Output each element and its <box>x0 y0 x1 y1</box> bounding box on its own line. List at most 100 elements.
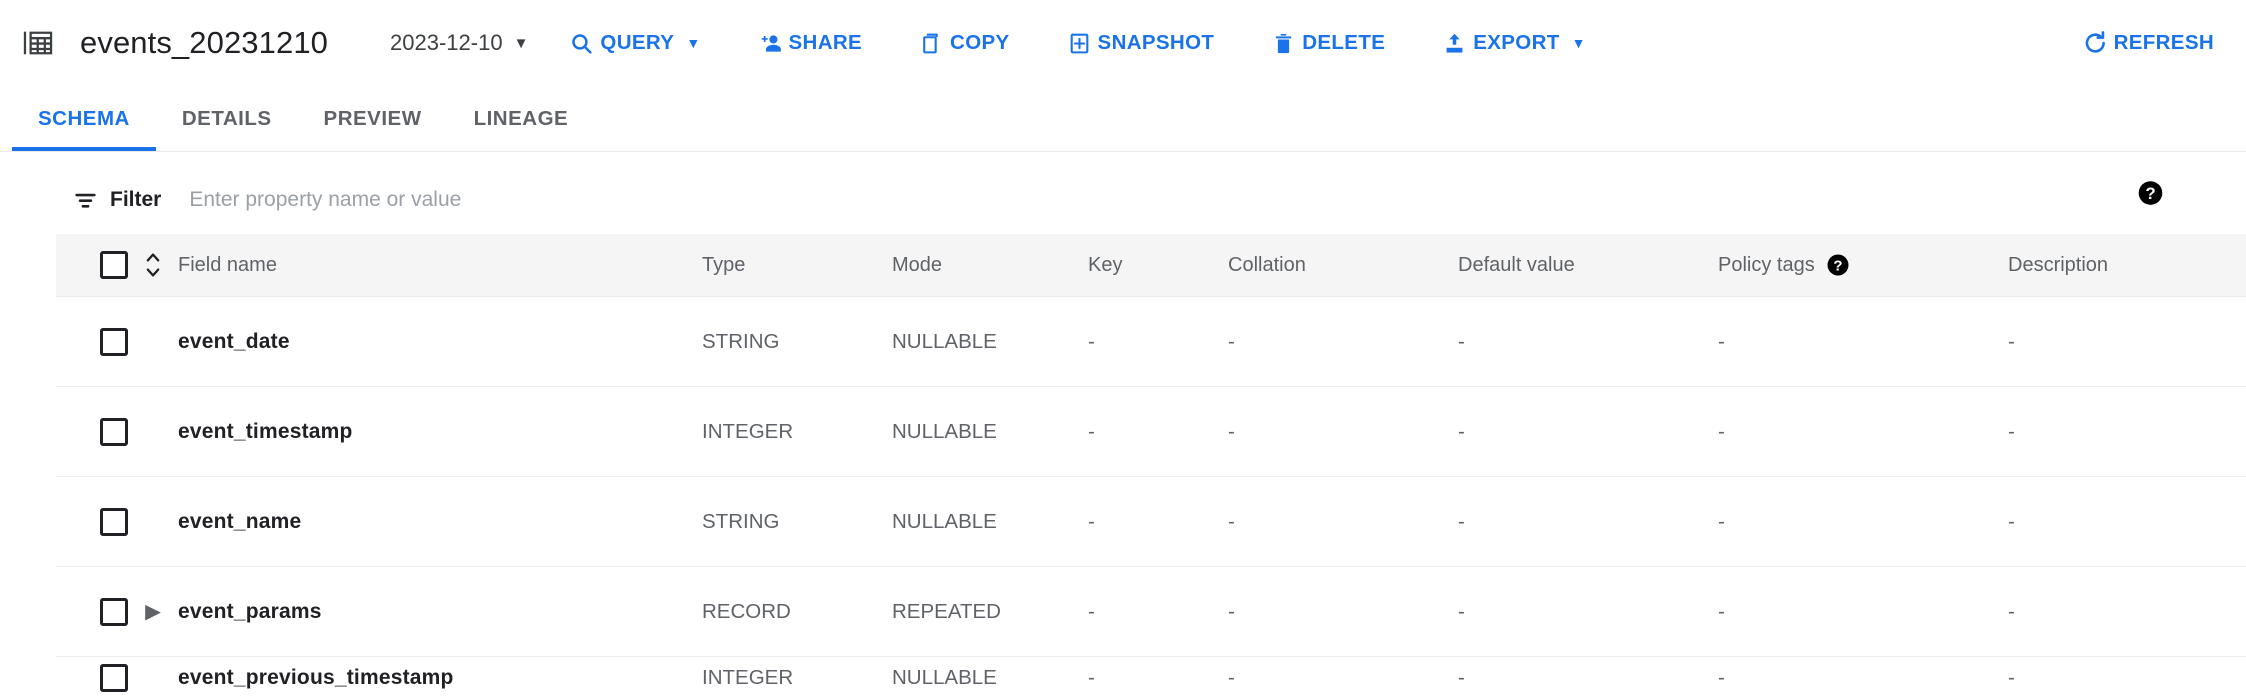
field-name-label: event_params <box>178 600 322 624</box>
row-select-cell <box>56 477 142 567</box>
cell-policy-tags: - <box>1718 477 2008 567</box>
expand-row-icon[interactable]: ▶ <box>142 601 164 623</box>
cell-description: - <box>2008 657 2246 699</box>
top-toolbar: events_20231210 2023-12-10 ▼ QUERY ▼ S <box>0 0 2246 86</box>
copy-button[interactable]: COPY <box>912 22 1016 65</box>
cell-field-name: event_date <box>142 297 702 387</box>
table-row[interactable]: ▶ event_params RECORD REPEATED - - - - - <box>56 567 2246 657</box>
cell-type: STRING <box>702 297 892 387</box>
cell-default-value: - <box>1458 657 1718 699</box>
chevron-down-icon: ▼ <box>686 36 700 50</box>
column-header-mode[interactable]: Mode <box>892 234 1088 297</box>
cell-description: - <box>2008 477 2246 567</box>
refresh-button[interactable]: REFRESH <box>2076 22 2220 65</box>
row-checkbox[interactable] <box>100 418 128 446</box>
column-header-type[interactable]: Type <box>702 234 892 297</box>
row-select-cell <box>56 657 142 699</box>
export-button[interactable]: EXPORT ▼ <box>1435 22 1592 65</box>
tab-details[interactable]: DETAILS <box>156 86 298 151</box>
select-all-checkbox[interactable] <box>100 251 128 279</box>
delete-button-label: DELETE <box>1302 31 1385 55</box>
sort-updown-icon[interactable] <box>142 248 164 282</box>
column-header-field-name-label: Field name <box>178 254 277 277</box>
share-button-label: SHARE <box>789 31 863 55</box>
row-select-cell <box>56 567 142 657</box>
column-header-default-value[interactable]: Default value <box>1458 234 1718 297</box>
snapshot-icon <box>1066 30 1093 57</box>
filter-list-icon[interactable] <box>70 185 100 215</box>
search-icon <box>568 30 595 57</box>
schema-panel: Filter ? <box>0 152 2246 699</box>
cell-key: - <box>1088 657 1228 699</box>
help-icon[interactable]: ? <box>1826 253 1850 277</box>
row-checkbox[interactable] <box>100 328 128 356</box>
cell-collation: - <box>1228 567 1458 657</box>
tab-preview[interactable]: PREVIEW <box>298 86 448 151</box>
table-row[interactable]: event_timestamp INTEGER NULLABLE - - - -… <box>56 387 2246 477</box>
cell-collation: - <box>1228 657 1458 699</box>
query-button-label: QUERY <box>600 31 674 55</box>
table-row[interactable]: event_name STRING NULLABLE - - - - - <box>56 477 2246 567</box>
filter-label: Filter <box>110 188 161 212</box>
table-row[interactable]: event_previous_timestamp INTEGER NULLABL… <box>56 657 2246 699</box>
cell-mode: NULLABLE <box>892 297 1088 387</box>
row-select-cell <box>56 387 142 477</box>
column-header-collation[interactable]: Collation <box>1228 234 1458 297</box>
cell-collation: - <box>1228 297 1458 387</box>
tab-schema[interactable]: SCHEMA <box>12 86 156 151</box>
copy-icon <box>918 30 945 57</box>
refresh-button-label: REFRESH <box>2114 31 2214 55</box>
svg-text:?: ? <box>1833 257 1842 274</box>
table-grid-icon <box>18 23 58 63</box>
cell-description: - <box>2008 567 2246 657</box>
filter-bar: Filter ? <box>56 152 2186 234</box>
column-header-default-value-label: Default value <box>1458 254 1575 276</box>
cell-default-value: - <box>1458 477 1718 567</box>
share-button[interactable]: SHARE <box>751 22 869 65</box>
help-icon[interactable]: ? <box>2137 180 2164 207</box>
cell-description: - <box>2008 387 2246 477</box>
column-header-mode-label: Mode <box>892 254 942 276</box>
cell-key: - <box>1088 567 1228 657</box>
filter-input[interactable] <box>189 188 889 212</box>
svg-text:?: ? <box>2145 184 2155 203</box>
cell-collation: - <box>1228 387 1458 477</box>
column-header-policy-tags[interactable]: Policy tags ? <box>1718 234 2008 297</box>
column-header-type-label: Type <box>702 254 745 276</box>
snapshot-button[interactable]: SNAPSHOT <box>1060 22 1221 65</box>
row-checkbox[interactable] <box>100 598 128 626</box>
field-name-label: event_date <box>178 330 290 354</box>
cell-policy-tags: - <box>1718 567 2008 657</box>
query-button[interactable]: QUERY ▼ <box>562 22 706 65</box>
column-header-field-name[interactable]: Field name <box>142 234 702 297</box>
tab-schema-label: SCHEMA <box>38 107 130 131</box>
cell-policy-tags: - <box>1718 297 2008 387</box>
row-checkbox[interactable] <box>100 508 128 536</box>
field-name-label: event_previous_timestamp <box>178 666 454 690</box>
person-add-icon <box>757 30 784 57</box>
cell-collation: - <box>1228 477 1458 567</box>
tab-details-label: DETAILS <box>182 107 272 131</box>
cell-description: - <box>2008 297 2246 387</box>
cell-key: - <box>1088 387 1228 477</box>
cell-default-value: - <box>1458 387 1718 477</box>
column-header-key[interactable]: Key <box>1088 234 1228 297</box>
toolbar-actions: QUERY ▼ SHARE COPY <box>562 22 2220 65</box>
date-partition-label: 2023-12-10 <box>390 30 503 56</box>
column-header-description-label: Description <box>2008 254 2108 276</box>
cell-key: - <box>1088 297 1228 387</box>
trash-icon <box>1270 30 1297 57</box>
row-checkbox[interactable] <box>100 664 128 692</box>
cell-type: INTEGER <box>702 387 892 477</box>
table-row[interactable]: event_date STRING NULLABLE - - - - - <box>56 297 2246 387</box>
row-select-cell <box>56 297 142 387</box>
cell-default-value: - <box>1458 297 1718 387</box>
delete-button[interactable]: DELETE <box>1264 22 1391 65</box>
chevron-down-icon: ▼ <box>514 36 529 51</box>
tab-lineage[interactable]: LINEAGE <box>448 86 595 151</box>
copy-button-label: COPY <box>950 31 1010 55</box>
column-header-description[interactable]: Description <box>2008 234 2246 297</box>
date-partition-selector[interactable]: 2023-12-10 ▼ <box>390 30 528 56</box>
cell-mode: NULLABLE <box>892 657 1088 699</box>
cell-policy-tags: - <box>1718 657 2008 699</box>
